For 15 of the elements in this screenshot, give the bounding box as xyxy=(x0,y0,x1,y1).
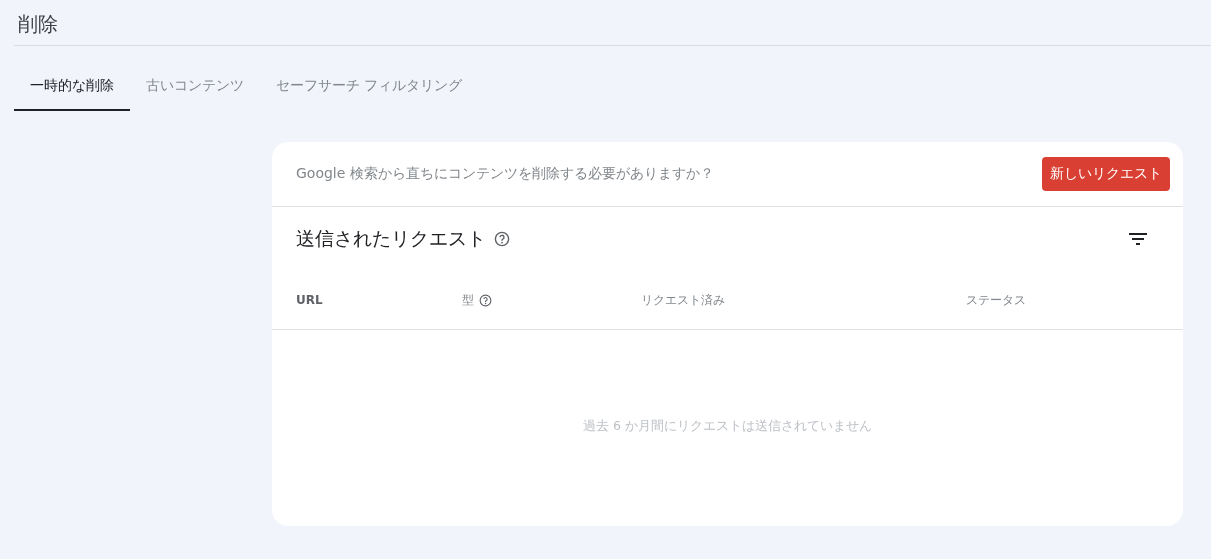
empty-message: 過去 6 か月間にリクエストは送信されていません xyxy=(582,417,873,435)
section-title: 送信されたリクエスト xyxy=(296,226,486,251)
tab[interactable]: セーフサーチ フィルタリング xyxy=(260,62,479,111)
tab[interactable]: 古いコンテンツ xyxy=(130,62,260,111)
filter-icon[interactable] xyxy=(1129,233,1147,245)
column-header: リクエスト済み xyxy=(641,291,725,309)
tab[interactable]: 一時的な削除 xyxy=(14,62,130,111)
new-request-button[interactable]: 新しいリクエスト xyxy=(1042,157,1170,191)
help-icon[interactable] xyxy=(479,293,492,307)
column-header: ステータス xyxy=(966,291,1026,309)
page-title: 削除 xyxy=(17,11,59,38)
prompt-text: Google 検索から直ちにコンテンツを削除する必要がありますか？ xyxy=(296,165,714,183)
column-header: 型 xyxy=(462,291,474,309)
help-icon[interactable] xyxy=(494,231,510,247)
column-header: URL xyxy=(296,293,323,307)
